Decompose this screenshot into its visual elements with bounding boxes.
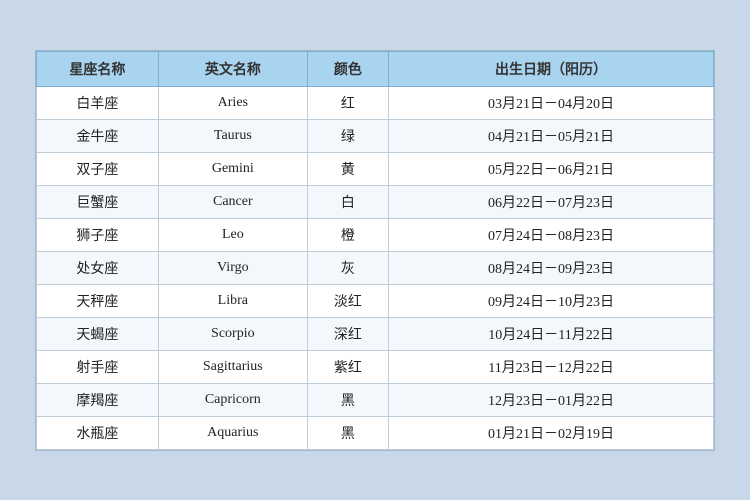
table-row: 射手座Sagittarius紫红11月23日－12月22日 [37,350,714,383]
cell-en: Capricorn [158,383,307,416]
cell-zh: 白羊座 [37,86,159,119]
cell-color: 紫红 [307,350,388,383]
cell-date: 07月24日－08月23日 [389,218,714,251]
cell-color: 灰 [307,251,388,284]
cell-en: Virgo [158,251,307,284]
cell-en: Gemini [158,152,307,185]
cell-date: 10月24日－11月22日 [389,317,714,350]
cell-zh: 处女座 [37,251,159,284]
cell-zh: 双子座 [37,152,159,185]
zodiac-table: 星座名称 英文名称 颜色 出生日期（阳历） 白羊座Aries红03月21日－04… [36,51,714,450]
cell-date: 11月23日－12月22日 [389,350,714,383]
cell-color: 黄 [307,152,388,185]
cell-date: 09月24日－10月23日 [389,284,714,317]
table-row: 巨蟹座Cancer白06月22日－07月23日 [37,185,714,218]
cell-en: Aquarius [158,416,307,449]
cell-color: 白 [307,185,388,218]
cell-color: 红 [307,86,388,119]
table-row: 天蝎座Scorpio深红10月24日－11月22日 [37,317,714,350]
cell-zh: 水瓶座 [37,416,159,449]
cell-color: 深红 [307,317,388,350]
cell-zh: 金牛座 [37,119,159,152]
cell-en: Aries [158,86,307,119]
cell-zh: 狮子座 [37,218,159,251]
table-row: 白羊座Aries红03月21日－04月20日 [37,86,714,119]
cell-en: Leo [158,218,307,251]
cell-en: Sagittarius [158,350,307,383]
table-row: 天秤座Libra淡红09月24日－10月23日 [37,284,714,317]
cell-date: 01月21日－02月19日 [389,416,714,449]
zodiac-table-container: 星座名称 英文名称 颜色 出生日期（阳历） 白羊座Aries红03月21日－04… [35,50,715,451]
table-row: 狮子座Leo橙07月24日－08月23日 [37,218,714,251]
header-zh: 星座名称 [37,51,159,86]
header-en: 英文名称 [158,51,307,86]
header-color: 颜色 [307,51,388,86]
cell-en: Libra [158,284,307,317]
cell-color: 黑 [307,383,388,416]
cell-date: 08月24日－09月23日 [389,251,714,284]
cell-date: 04月21日－05月21日 [389,119,714,152]
cell-color: 淡红 [307,284,388,317]
cell-en: Taurus [158,119,307,152]
cell-zh: 摩羯座 [37,383,159,416]
table-row: 处女座Virgo灰08月24日－09月23日 [37,251,714,284]
cell-color: 黑 [307,416,388,449]
table-body: 白羊座Aries红03月21日－04月20日金牛座Taurus绿04月21日－0… [37,86,714,449]
cell-zh: 射手座 [37,350,159,383]
header-date: 出生日期（阳历） [389,51,714,86]
cell-zh: 天秤座 [37,284,159,317]
cell-color: 橙 [307,218,388,251]
table-row: 摩羯座Capricorn黑12月23日－01月22日 [37,383,714,416]
cell-date: 05月22日－06月21日 [389,152,714,185]
cell-date: 03月21日－04月20日 [389,86,714,119]
cell-zh: 巨蟹座 [37,185,159,218]
cell-date: 06月22日－07月23日 [389,185,714,218]
cell-date: 12月23日－01月22日 [389,383,714,416]
cell-zh: 天蝎座 [37,317,159,350]
cell-color: 绿 [307,119,388,152]
table-header-row: 星座名称 英文名称 颜色 出生日期（阳历） [37,51,714,86]
table-row: 金牛座Taurus绿04月21日－05月21日 [37,119,714,152]
table-row: 水瓶座Aquarius黑01月21日－02月19日 [37,416,714,449]
cell-en: Scorpio [158,317,307,350]
cell-en: Cancer [158,185,307,218]
table-row: 双子座Gemini黄05月22日－06月21日 [37,152,714,185]
